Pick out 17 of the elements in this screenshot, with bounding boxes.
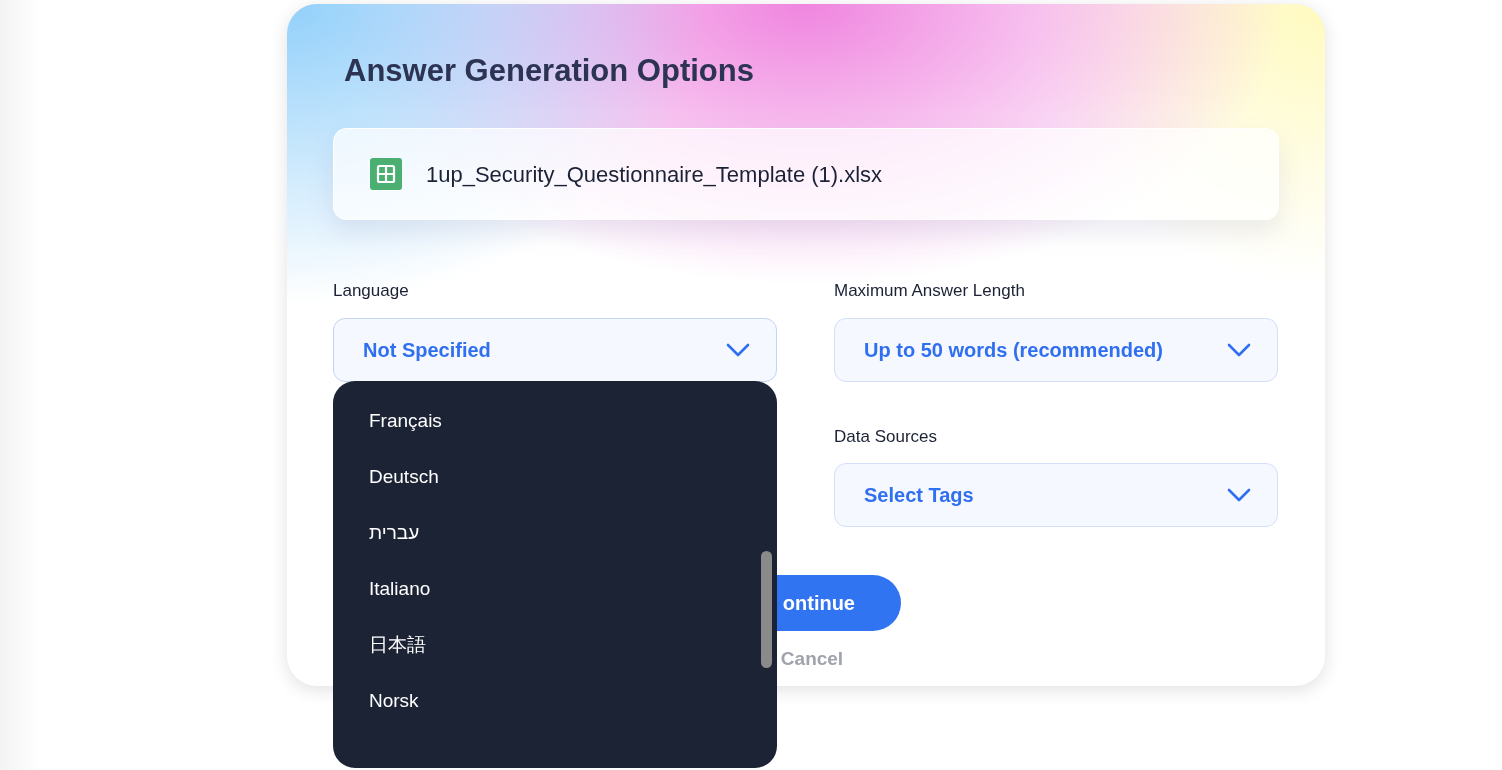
menu-item[interactable]: Deutsch — [369, 455, 777, 511]
field-label: Maximum Answer Length — [834, 280, 1026, 303]
dialog-title: Answer Generation Options — [343, 52, 755, 89]
file-name: 1up_Security_Questionnaire_Template (1).xlsx — [426, 160, 883, 189]
field-label: Language — [333, 280, 410, 303]
chevron-down-icon — [1227, 342, 1251, 357]
menu-item[interactable]: Norsk — [369, 679, 777, 735]
dropdown-select[interactable]: Up to 50 words (recommended) — [834, 317, 1278, 382]
field-label: Data Sources — [834, 425, 938, 448]
dropdown-select[interactable]: Select Tags — [834, 463, 1278, 528]
chevron-down-icon — [1227, 488, 1251, 503]
menu-item[interactable]: עברית — [369, 511, 777, 567]
chevron-down-icon — [726, 342, 750, 357]
dropdown-select[interactable]: Not Specified — [333, 317, 777, 382]
spreadsheet-icon — [370, 158, 402, 191]
menu-item[interactable]: Français — [369, 399, 777, 455]
scrollbar[interactable] — [761, 551, 772, 668]
